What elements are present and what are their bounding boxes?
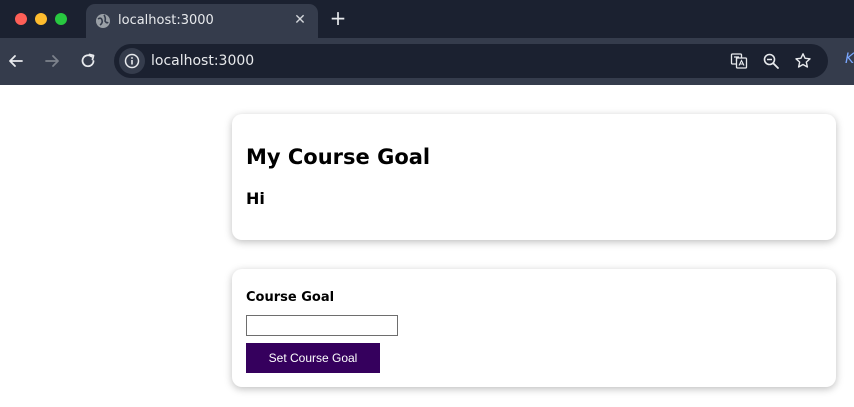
- window-zoom-button[interactable]: [55, 13, 67, 25]
- course-goal-text: Hi: [246, 189, 265, 208]
- forward-icon[interactable]: [41, 50, 63, 72]
- course-goal-form-card: Course Goal Set Course Goal: [232, 269, 836, 387]
- course-goal-heading: My Course Goal: [246, 145, 431, 169]
- course-goal-card: My Course Goal Hi: [232, 114, 836, 240]
- bookmark-star-icon[interactable]: [794, 52, 812, 70]
- browser-tabstrip: localhost:3000 ✕ +: [0, 0, 854, 38]
- window-close-button[interactable]: [15, 13, 27, 25]
- address-bar[interactable]: localhost:3000: [114, 44, 828, 78]
- tab-title: localhost:3000: [118, 13, 214, 28]
- translate-icon[interactable]: [730, 52, 748, 70]
- tab-close-icon[interactable]: ✕: [291, 11, 309, 29]
- window-minimize-button[interactable]: [35, 13, 47, 25]
- back-icon[interactable]: [5, 50, 27, 72]
- browser-tab[interactable]: localhost:3000 ✕: [86, 4, 318, 38]
- extension-icon[interactable]: K: [845, 51, 854, 67]
- reload-icon[interactable]: [77, 50, 99, 72]
- zoom-out-icon[interactable]: [762, 52, 780, 70]
- url-text[interactable]: localhost:3000: [151, 53, 254, 69]
- new-tab-button[interactable]: +: [328, 8, 348, 28]
- globe-icon: [96, 14, 110, 28]
- set-course-goal-button[interactable]: Set Course Goal: [246, 343, 380, 373]
- info-icon: [124, 53, 140, 69]
- course-goal-input[interactable]: [246, 315, 398, 336]
- site-info-button[interactable]: [119, 48, 145, 74]
- browser-toolbar: localhost:3000 K: [0, 38, 854, 85]
- course-goal-label: Course Goal: [246, 290, 335, 305]
